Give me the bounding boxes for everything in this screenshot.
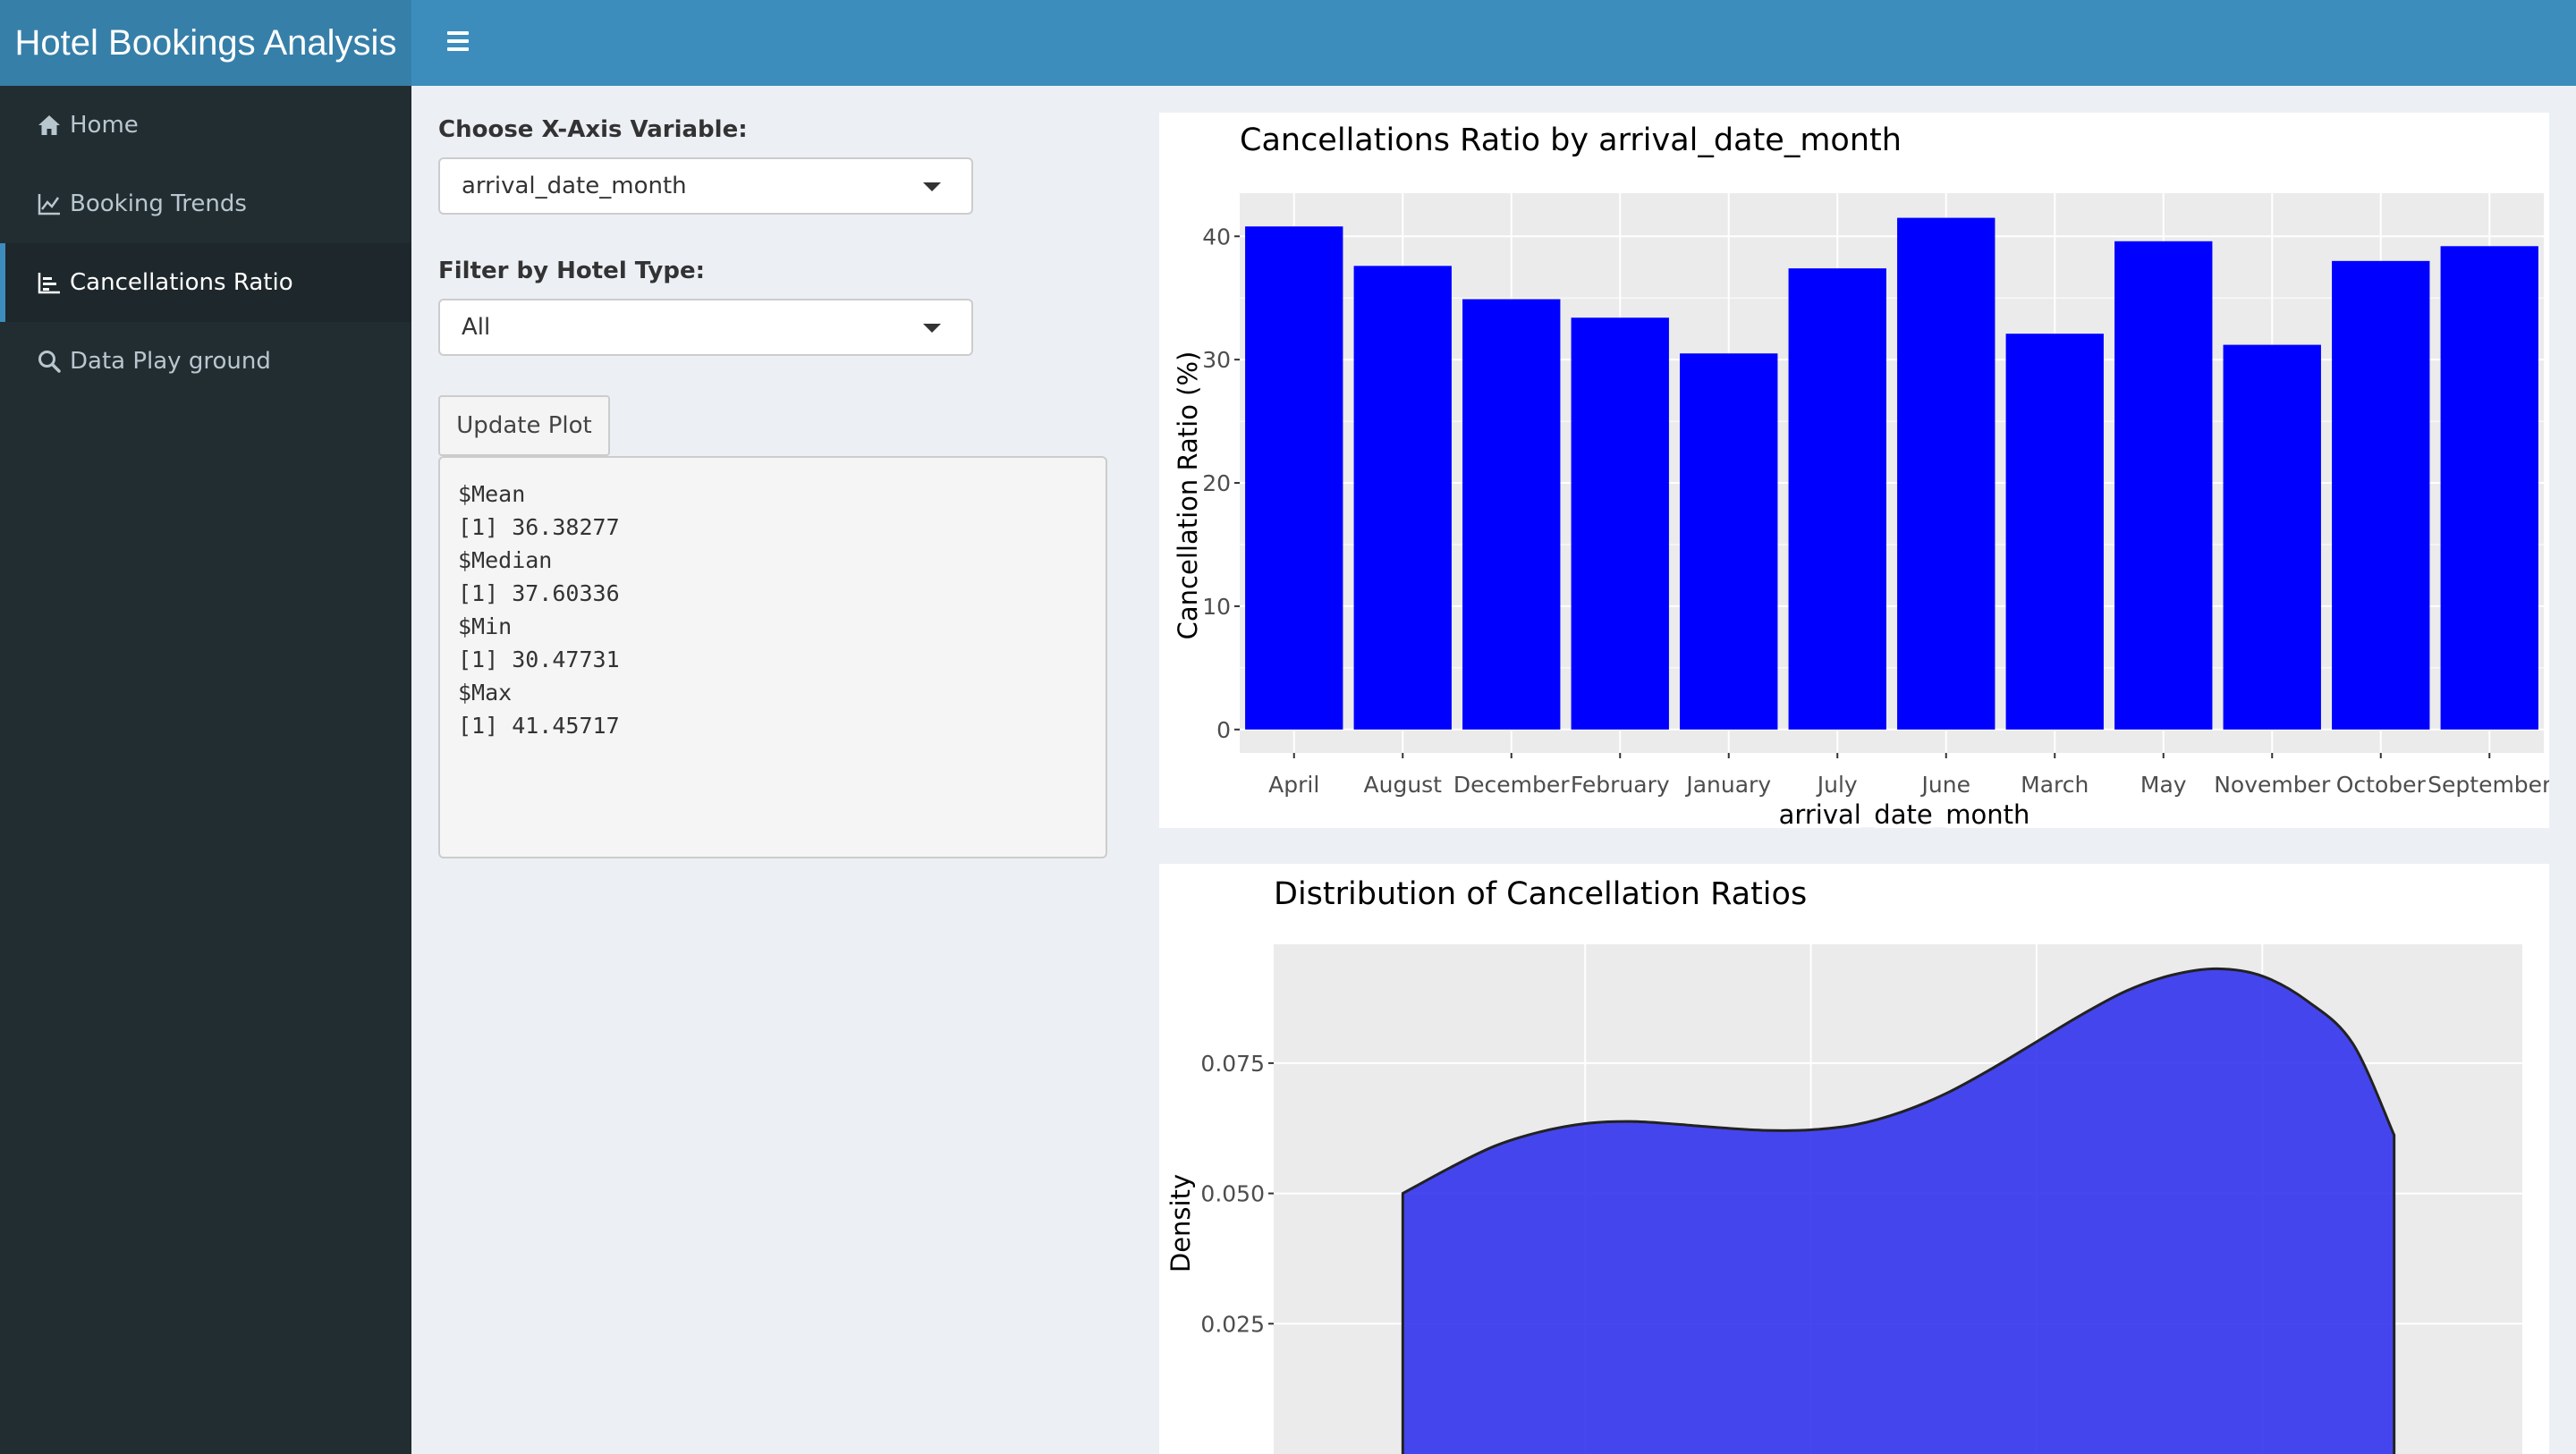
stat-median: $Median [1] 37.60336	[458, 544, 1088, 610]
x-tick-label: June	[1920, 772, 1970, 798]
hotel-type-select[interactable]: All	[438, 299, 973, 356]
stat-value: [1] 41.45717	[458, 713, 620, 739]
y-tick-label: 30	[1202, 347, 1231, 373]
x-tick-label: February	[1571, 772, 1670, 798]
bar-chart-icon	[36, 269, 63, 296]
x-tick-label: August	[1364, 772, 1443, 798]
bar	[2114, 241, 2213, 730]
chart-title: Cancellations Ratio by arrival_date_mont…	[1240, 123, 1902, 158]
sidebar-item-label: Data Play ground	[70, 348, 271, 375]
search-icon	[36, 348, 63, 375]
x-tick-label: March	[2021, 772, 2089, 798]
density-chart-panel: Density 0.025 0.050 0.075 Distribution of C…	[1159, 864, 2549, 1454]
line-chart-icon	[36, 190, 63, 217]
x-tick-label: January	[1684, 772, 1771, 798]
stat-value: [1] 36.38277	[458, 514, 620, 540]
cancellation-bar-chart[interactable]: arrival_date_month Cancellation Ratio (%…	[1159, 113, 2549, 828]
bar	[1788, 268, 1886, 730]
x-tick-label: September	[2428, 772, 2549, 798]
stat-mean: $Mean [1] 36.38277	[458, 478, 1088, 544]
sidebar-item-home[interactable]: Home	[0, 86, 411, 165]
y-tick-label: 10	[1202, 594, 1231, 620]
x-tick-label: July	[1816, 772, 1858, 798]
hotel-type-value: All	[462, 314, 491, 341]
x-axis-variable-label: Choose X-Axis Variable:	[438, 116, 748, 143]
stat-name: $Max	[458, 680, 513, 706]
bar	[1897, 217, 1996, 730]
update-plot-button[interactable]: Update Plot	[438, 395, 610, 456]
stat-value: [1] 37.60336	[458, 580, 620, 606]
bar	[2332, 260, 2430, 730]
x-axis-title: arrival_date_month	[1779, 799, 2030, 828]
home-icon	[36, 112, 63, 139]
top-navbar	[411, 0, 2576, 86]
hamburger-icon[interactable]	[433, 25, 483, 61]
sidebar-item-data-playground[interactable]: Data Play ground	[0, 322, 411, 401]
y-tick-label: 0	[1216, 717, 1231, 743]
stat-name: $Mean	[458, 481, 526, 507]
y-axis-title: Cancellation Ratio (%)	[1173, 351, 1203, 640]
sidebar-item-label: Cancellations Ratio	[70, 269, 293, 296]
chart-title: Distribution of Cancellation Ratios	[1274, 876, 1807, 912]
x-tick-label: May	[2140, 772, 2187, 798]
y-axis-title: Density	[1165, 1174, 1196, 1272]
x-axis-variable-select[interactable]: arrival_date_month	[438, 157, 973, 215]
hotel-type-label: Filter by Hotel Type:	[438, 258, 706, 284]
y-tick-label: 40	[1202, 224, 1231, 249]
app-title[interactable]: Hotel Bookings Analysis	[0, 0, 411, 86]
bar	[1571, 317, 1669, 730]
chevron-down-icon	[923, 324, 941, 333]
bar	[1245, 226, 1343, 730]
x-tick-label: April	[1268, 772, 1319, 798]
bar	[2005, 334, 2104, 730]
sidebar-item-booking-trends[interactable]: Booking Trends	[0, 165, 411, 243]
bar-chart-panel: arrival_date_month Cancellation Ratio (%…	[1159, 113, 2549, 828]
bar	[1680, 353, 1778, 730]
y-tick-label: 0.025	[1200, 1311, 1265, 1337]
sidebar-item-label: Home	[70, 112, 139, 139]
sidebar-item-cancellations-ratio[interactable]: Cancellations Ratio	[0, 243, 411, 322]
sidebar: Home Booking Trends Cancellations Ratio …	[0, 86, 411, 1454]
x-axis-variable-value: arrival_date_month	[462, 173, 687, 199]
chevron-down-icon	[923, 182, 941, 191]
y-tick-label: 20	[1202, 470, 1231, 496]
x-tick-label: November	[2214, 772, 2331, 798]
bar	[1353, 266, 1452, 730]
x-tick-label: October	[2336, 772, 2427, 798]
cancellation-density-chart[interactable]: Density 0.025 0.050 0.075 Distribution of C…	[1159, 864, 2549, 1454]
stat-max: $Max [1] 41.45717	[458, 676, 1088, 739]
x-tick-label: December	[1453, 772, 1570, 798]
stat-name: $Median	[458, 547, 553, 573]
bar	[2223, 344, 2321, 730]
y-tick-label: 0.050	[1200, 1181, 1265, 1207]
sidebar-item-label: Booking Trends	[70, 190, 247, 217]
y-tick-label: 0.075	[1200, 1051, 1265, 1077]
bar	[2440, 246, 2538, 730]
summary-stats-output: $Mean [1] 36.38277 $Median [1] 37.60336 $Min…	[438, 456, 1107, 858]
stat-min: $Min [1] 30.47731	[458, 610, 1088, 676]
stat-value: [1] 30.47731	[458, 647, 620, 672]
stat-name: $Min	[458, 613, 513, 639]
bar	[1462, 299, 1561, 730]
